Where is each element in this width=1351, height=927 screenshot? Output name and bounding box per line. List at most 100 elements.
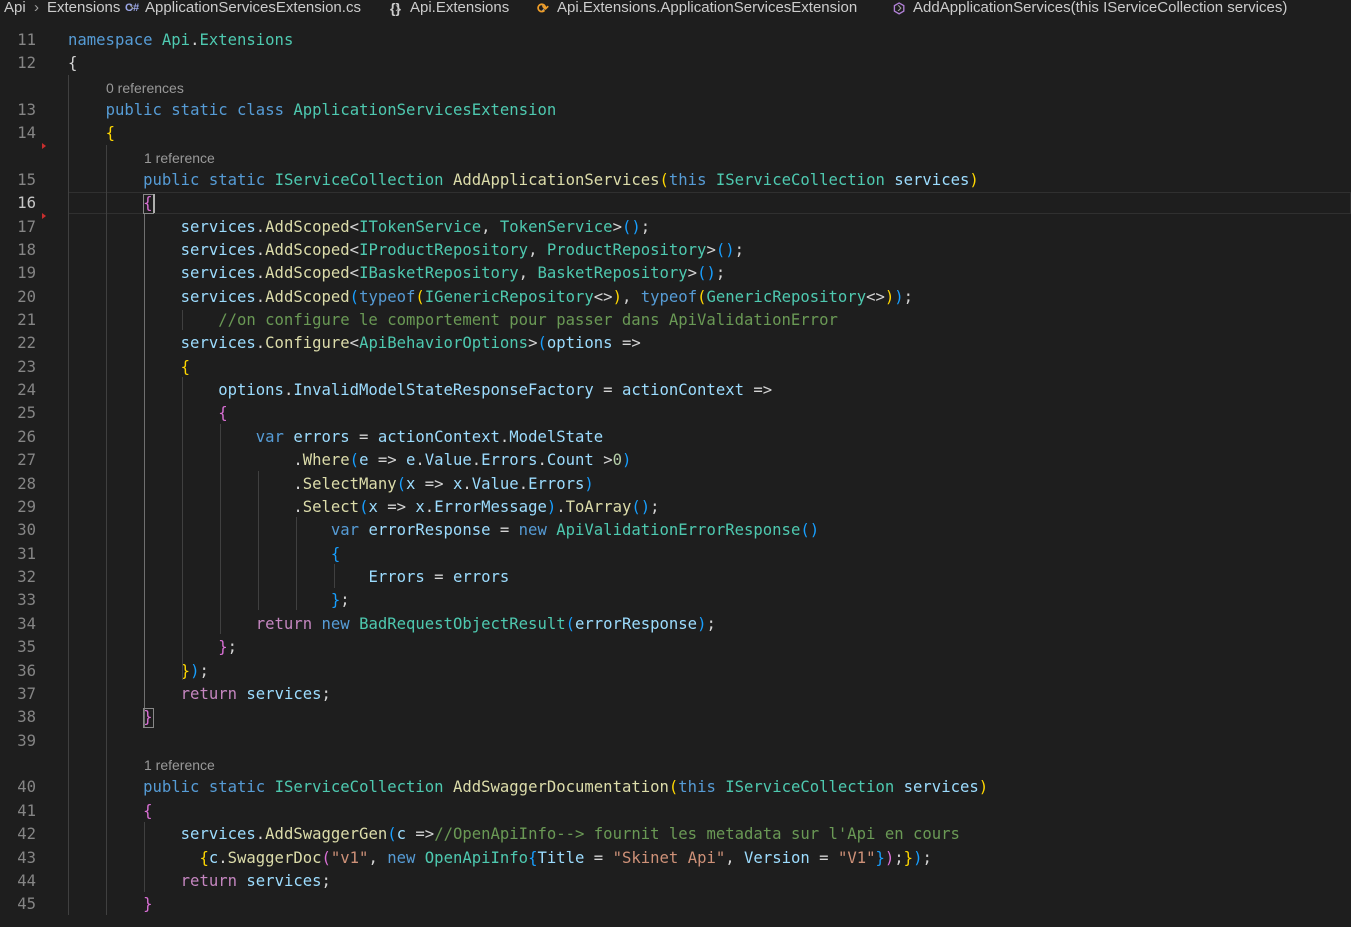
- code-token: ;: [903, 288, 914, 306]
- code-text: services.Configure<ApiBehaviorOptions>(o…: [68, 332, 641, 355]
- code-token: Version: [744, 849, 810, 867]
- indent-guide: [144, 214, 145, 728]
- code-line[interactable]: 19 services.AddScoped<IBasketRepository,…: [0, 262, 1351, 285]
- code-line[interactable]: 31 {: [0, 543, 1351, 566]
- code-token: ApiBehaviorOptions: [359, 334, 529, 352]
- code-line[interactable]: 11 namespace Api.Extensions: [0, 29, 1351, 52]
- code-line[interactable]: 27 .Where(e => e.Value.Errors.Count >0): [0, 449, 1351, 472]
- code-line[interactable]: 20 services.AddScoped(typeof(IGenericRep…: [0, 286, 1351, 309]
- code-text: .SelectMany(x => x.Value.Errors): [68, 473, 594, 496]
- code-line[interactable]: 12 {: [0, 52, 1351, 75]
- code-token: ;: [640, 218, 651, 236]
- code-line[interactable]: 16 {: [0, 192, 1351, 215]
- code-line[interactable]: 18 services.AddScoped<IProductRepository…: [0, 239, 1351, 262]
- code-line[interactable]: 38 }: [0, 706, 1351, 729]
- code-line[interactable]: 24 options.InvalidModelStateResponseFact…: [0, 379, 1351, 402]
- line-number: 30: [17, 521, 36, 539]
- line-number: 26: [17, 428, 36, 446]
- codelens-references[interactable]: 1 reference: [144, 148, 215, 168]
- code-line[interactable]: 26 var errors = actionContext.ModelState: [0, 426, 1351, 449]
- code-token: ): [894, 288, 904, 306]
- code-token: {: [68, 54, 78, 72]
- code-line[interactable]: 15 public static IServiceCollection AddA…: [0, 169, 1351, 192]
- code-line[interactable]: 41 {: [0, 800, 1351, 823]
- code-token: ;: [922, 849, 932, 867]
- code-line[interactable]: 35 };: [0, 636, 1351, 659]
- line-number: 25: [17, 404, 36, 422]
- code-line[interactable]: 45 }: [0, 893, 1351, 916]
- line-number: 15: [17, 171, 36, 189]
- code-text: Errors = errors: [68, 566, 509, 589]
- code-line[interactable]: 34 return new BadRequestObjectResult(err…: [0, 613, 1351, 636]
- code-line[interactable]: 33 };: [0, 589, 1351, 612]
- code-line[interactable]: 40 public static IServiceCollection AddS…: [0, 776, 1351, 799]
- code-text: {: [68, 543, 340, 566]
- code-line[interactable]: 23 {: [0, 356, 1351, 379]
- line-number: 21: [17, 311, 36, 329]
- code-text: };: [68, 636, 237, 659]
- code-token: Where: [302, 451, 350, 469]
- code-line[interactable]: 44 return services;: [0, 870, 1351, 893]
- code-token: <: [349, 334, 360, 352]
- code-line[interactable]: 30 var errorResponse = new ApiValidation…: [0, 519, 1351, 542]
- code-token: ,: [621, 288, 641, 306]
- line-number: 38: [17, 708, 36, 726]
- code-line[interactable]: 43 {c.SwaggerDoc("v1", new OpenApiInfo{T…: [0, 847, 1351, 870]
- line-number: 18: [17, 241, 36, 259]
- code-token: Select: [302, 498, 360, 516]
- code-line[interactable]: 17 services.AddScoped<ITokenService, Tok…: [0, 216, 1351, 239]
- code-text: var errorResponse = new ApiValidationErr…: [68, 519, 819, 542]
- bracket-match-highlight: [143, 708, 154, 728]
- code-line[interactable]: 22 services.Configure<ApiBehaviorOptions…: [0, 332, 1351, 355]
- code-token: services: [246, 872, 322, 890]
- code-token: .: [415, 451, 425, 469]
- code-line[interactable]: 32 Errors = errors: [0, 566, 1351, 589]
- codelens-references[interactable]: 0 references: [106, 78, 184, 98]
- code-token: ): [622, 451, 632, 469]
- code-line[interactable]: 29 .Select(x => x.ErrorMessage).ToArray(…: [0, 496, 1351, 519]
- code-token: Value: [471, 475, 519, 493]
- gutter-marker-icon[interactable]: [42, 213, 46, 219]
- code-line[interactable]: 25 {: [0, 402, 1351, 425]
- code-token: {: [180, 358, 191, 376]
- code-token: (: [415, 288, 425, 306]
- code-token: //OpenApiInfo--> fournit les metadata su…: [434, 825, 960, 843]
- indent-guide: [334, 564, 335, 588]
- code-token: services: [180, 264, 256, 282]
- line-number: 22: [17, 334, 36, 352]
- code-line[interactable]: 13 public static class ApplicationServic…: [0, 99, 1351, 122]
- code-token: var: [330, 521, 360, 539]
- code-token: var: [255, 428, 284, 446]
- code-token: actionContext: [621, 381, 744, 399]
- code-line[interactable]: 37 return services;: [0, 683, 1351, 706]
- code-editor[interactable]: 0 references 1 reference 1 reference 11 name…: [0, 0, 1351, 927]
- code-line[interactable]: 36 });: [0, 660, 1351, 683]
- line-number: 16: [17, 194, 36, 212]
- code-text: public static IServiceCollection AddSwag…: [68, 776, 988, 799]
- codelens-references[interactable]: 1 reference: [144, 755, 215, 775]
- code-line[interactable]: 21 //on configure le comportement pour p…: [0, 309, 1351, 332]
- code-token: services: [894, 171, 970, 189]
- line-number: 23: [17, 358, 36, 376]
- code-token: (: [659, 171, 669, 189]
- code-token: AddScoped: [265, 241, 350, 259]
- code-line[interactable]: 14 {: [0, 122, 1351, 145]
- code-text: {: [68, 192, 152, 215]
- code-token: ,: [528, 241, 547, 259]
- code-token: ;: [340, 591, 350, 609]
- code-line[interactable]: 28 .SelectMany(x => x.Value.Errors): [0, 473, 1351, 496]
- code-line[interactable]: 39: [0, 730, 1351, 753]
- indent-guide: [258, 471, 259, 610]
- code-line[interactable]: 42 services.AddSwaggerGen(c =>//OpenApiI…: [0, 823, 1351, 846]
- code-token: .: [462, 475, 472, 493]
- code-token: (: [321, 849, 331, 867]
- line-number: 36: [17, 662, 36, 680]
- line-number: 31: [17, 545, 36, 563]
- gutter-marker-icon[interactable]: [42, 143, 46, 149]
- line-number: 13: [17, 101, 36, 119]
